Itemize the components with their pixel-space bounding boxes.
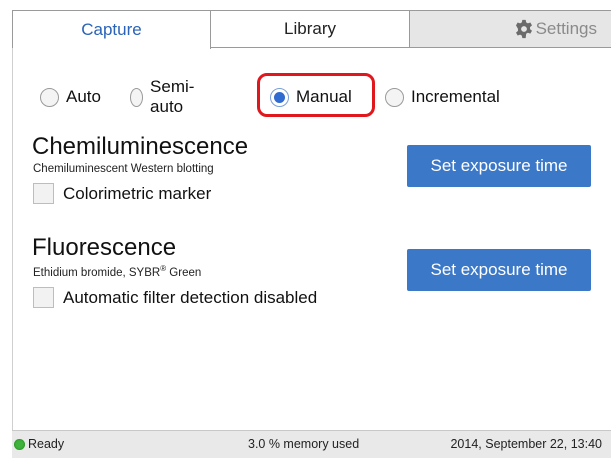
manual-highlight-frame <box>257 73 375 117</box>
fluor-title: Fluorescence <box>32 234 177 261</box>
tab-capture-label: Capture <box>81 20 142 39</box>
colorimetric-marker-label: Colorimetric marker <box>63 183 212 203</box>
radio-incremental[interactable]: Incremental <box>385 83 500 111</box>
radio-semi-auto-label: Semi-auto <box>150 77 195 116</box>
radio-auto-label: Auto <box>66 87 101 106</box>
tab-bar: Capture Library Settings <box>12 10 611 49</box>
status-datetime: 2014, September 22, 13:40 <box>450 437 602 451</box>
chemi-set-exposure-button[interactable]: Set exposure time <box>407 145 591 187</box>
status-ready: Ready <box>14 437 64 451</box>
colorimetric-marker-box[interactable] <box>33 183 54 204</box>
auto-filter-box[interactable] <box>33 287 54 308</box>
radio-semi-auto[interactable]: Semi-auto <box>130 77 200 116</box>
chemi-set-exposure-label: Set exposure time <box>430 156 568 175</box>
chemi-subtitle: Chemiluminescent Western blotting <box>33 163 214 175</box>
content-border <box>12 48 13 430</box>
status-bar: Ready 3.0 % memory used 2014, September … <box>12 430 611 458</box>
tab-library[interactable]: Library <box>210 10 410 48</box>
memory-usage: 3.0 % memory used <box>248 437 360 451</box>
radio-semi-auto-indicator[interactable] <box>130 87 144 107</box>
radio-auto[interactable]: Auto <box>40 83 101 111</box>
gear-icon <box>515 19 532 39</box>
fluor-subtitle: Ethidium bromide, SYBR® Green <box>33 264 201 279</box>
colorimetric-marker-checkbox[interactable]: Colorimetric marker <box>33 183 211 204</box>
tab-settings-label: Settings <box>535 19 597 38</box>
status-ready-label: Ready <box>28 437 65 451</box>
tab-divider <box>211 47 611 48</box>
fluor-set-exposure-label: Set exposure time <box>430 260 568 279</box>
fluor-subtitle-post: Green <box>166 266 202 279</box>
tab-library-label: Library <box>284 19 336 38</box>
tab-capture[interactable]: Capture <box>12 10 211 49</box>
radio-auto-indicator[interactable] <box>40 87 59 107</box>
tab-settings[interactable]: Settings <box>409 10 611 48</box>
chemi-title: Chemiluminescence <box>32 133 249 160</box>
fluor-set-exposure-button[interactable]: Set exposure time <box>407 249 591 291</box>
auto-filter-label: Automatic filter detection disabled <box>63 287 318 307</box>
radio-incremental-label: Incremental <box>411 87 500 106</box>
fluor-subtitle-pre: Ethidium bromide, SYBR <box>33 266 161 279</box>
radio-incremental-indicator[interactable] <box>385 87 404 107</box>
auto-filter-checkbox[interactable]: Automatic filter detection disabled <box>33 287 317 308</box>
status-led-icon <box>14 438 25 450</box>
